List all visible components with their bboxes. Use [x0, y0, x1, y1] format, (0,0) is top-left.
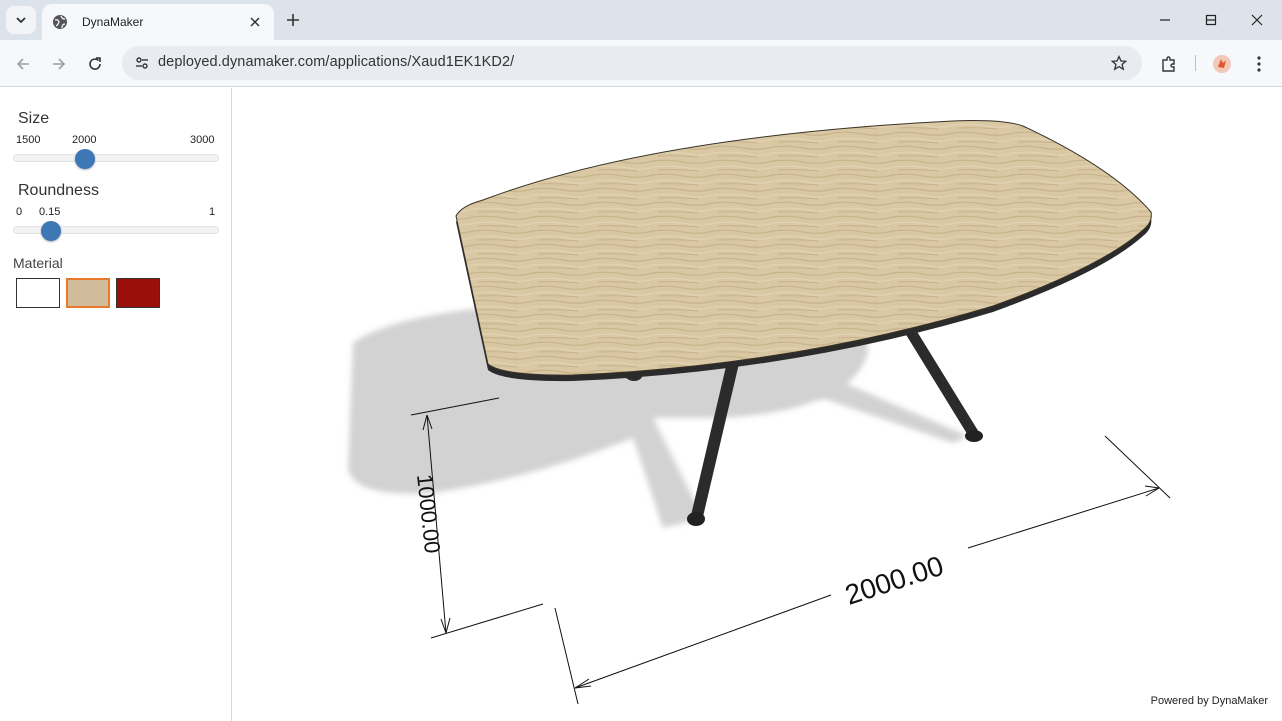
right-leg-foot: [965, 430, 983, 442]
forward-button[interactable]: [45, 50, 73, 78]
material-swatch-red[interactable]: [116, 278, 160, 308]
size-value: 2000: [72, 134, 97, 146]
size-label: Size: [18, 110, 50, 127]
menu-button[interactable]: [1245, 50, 1273, 78]
minimize-window-button[interactable]: [1142, 6, 1188, 34]
material-swatch-wood[interactable]: [66, 278, 110, 308]
roundness-slider-thumb[interactable]: [41, 221, 61, 241]
tab-dynamaker[interactable]: DynaMaker: [42, 4, 274, 40]
table-render: 1000.00 2000.00: [348, 120, 1171, 705]
reload-button[interactable]: [81, 50, 109, 78]
new-tab-button[interactable]: [281, 8, 305, 32]
chevron-down-icon: [16, 17, 26, 24]
plus-icon: [287, 14, 299, 26]
globe-icon: [52, 14, 68, 30]
size-slider-track[interactable]: [13, 154, 219, 162]
tab-bar: DynaMaker: [0, 0, 1282, 40]
roundness-max: 1: [209, 206, 216, 218]
tab-title: DynaMaker: [82, 15, 144, 29]
tab-search-button[interactable]: [6, 6, 36, 34]
width-dimension-label: 2000.00: [841, 550, 947, 611]
browser-chrome: DynaMaker deployed.dynamaker.com/applica…: [0, 0, 1282, 87]
reload-icon: [89, 57, 101, 70]
tabletop: [455, 120, 1152, 376]
parameters-sidebar: Size 1500 2000 3000 Roundness 0 0.15 1 M…: [0, 88, 232, 721]
kebab-menu-icon: [1257, 56, 1261, 72]
profile-avatar[interactable]: [1208, 50, 1236, 78]
url-text: deployed.dynamaker.com/applications/Xaud…: [158, 54, 515, 70]
material-label: Material: [13, 255, 63, 271]
extensions-button[interactable]: [1155, 50, 1183, 78]
close-window-button[interactable]: [1234, 6, 1280, 34]
powered-by: Powered by DynaMaker: [1150, 695, 1268, 707]
avatar-icon: [1213, 55, 1231, 73]
back-button[interactable]: [9, 50, 37, 78]
close-window-icon: [1251, 14, 1263, 26]
maximize-button[interactable]: [1188, 6, 1234, 34]
arrow-right-icon: [53, 58, 66, 70]
close-icon[interactable]: [246, 13, 264, 31]
maximize-icon: [1205, 14, 1217, 26]
site-settings-icon[interactable]: [130, 51, 154, 75]
arrow-left-icon: [16, 58, 29, 70]
bookmark-star-icon[interactable]: [1108, 52, 1130, 74]
minus-icon: [1160, 19, 1170, 21]
size-slider-thumb[interactable]: [75, 149, 95, 169]
3d-viewer[interactable]: 1000.00 2000.00 Powered by DynaMaker: [233, 88, 1282, 721]
address-bar[interactable]: deployed.dynamaker.com/applications/Xaud…: [122, 46, 1142, 80]
size-max: 3000: [190, 134, 215, 146]
puzzle-icon: [1162, 56, 1175, 72]
browser-toolbar: deployed.dynamaker.com/applications/Xaud…: [0, 40, 1282, 87]
toolbar-separator: [1195, 55, 1196, 71]
roundness-value: 0.15: [39, 206, 61, 218]
roundness-min: 0: [16, 206, 23, 218]
roundness-label: Roundness: [18, 182, 99, 199]
size-min: 1500: [16, 134, 41, 146]
front-leg-foot: [687, 512, 705, 526]
material-swatch-white[interactable]: [16, 278, 60, 308]
